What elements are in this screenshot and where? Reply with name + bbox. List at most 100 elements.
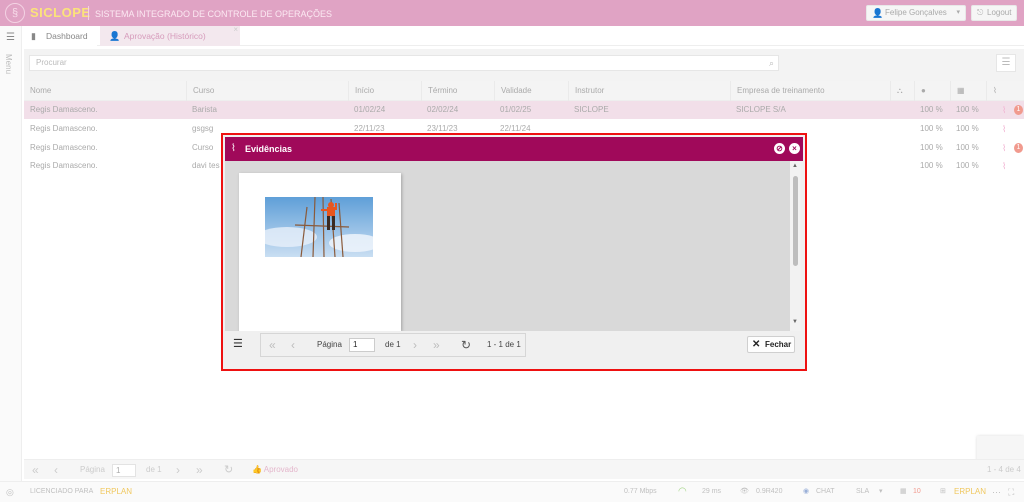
chat-label[interactable]: CHAT bbox=[816, 482, 835, 502]
side-menu[interactable]: ☰ Menu bbox=[0, 26, 22, 481]
cell-validade: 01/02/25 bbox=[500, 105, 532, 114]
cell-curso: davi tes bbox=[192, 161, 220, 170]
search-icon[interactable]: ⌕ bbox=[769, 56, 774, 70]
sla-label[interactable]: SLA bbox=[856, 482, 869, 502]
latency-gauge-icon: ◠ bbox=[678, 486, 687, 497]
brand-name: SICLOPE bbox=[30, 5, 91, 20]
last-page-icon[interactable]: » bbox=[433, 334, 440, 356]
column-header-termino[interactable]: Término bbox=[421, 81, 494, 101]
column-header-curso[interactable]: Curso bbox=[186, 81, 348, 101]
network-speed: 0.77 Mbps bbox=[624, 488, 657, 495]
first-page-icon[interactable]: « bbox=[269, 334, 276, 356]
cell-curso: Barista bbox=[192, 105, 217, 114]
grid-icon[interactable]: ⊞ bbox=[940, 482, 946, 502]
notification-count[interactable]: 10 bbox=[913, 482, 921, 502]
ellipsis-icon[interactable]: ⋯ bbox=[992, 482, 1001, 502]
prev-page-icon[interactable]: ‹ bbox=[291, 334, 295, 356]
tab-aprovacao-historico[interactable]: 👤 Aprovação (Histórico) × bbox=[100, 25, 240, 46]
approve-button[interactable]: 👍 Aprovado bbox=[252, 463, 298, 477]
column-header-calendar-icon[interactable]: ▦ bbox=[950, 81, 986, 101]
status-bar: ◎ LICENCIADO PARA ERPLAN 0.77 Mbps ◠ 29 … bbox=[0, 481, 1024, 502]
calculator-icon[interactable]: ▦ bbox=[900, 482, 907, 502]
paperclip-icon: ⌇ bbox=[231, 143, 236, 154]
close-tab-icon[interactable]: × bbox=[233, 20, 238, 40]
chat-icon[interactable]: ◉ bbox=[803, 482, 809, 502]
column-header-instrutor[interactable]: Instrutor bbox=[568, 81, 730, 101]
document-page bbox=[239, 173, 401, 331]
cell-termino: 02/02/24 bbox=[427, 105, 459, 114]
page-number-input[interactable]: 1 bbox=[349, 338, 375, 352]
next-page-icon[interactable]: › bbox=[413, 334, 417, 356]
search-input[interactable]: Procurar ⌕ bbox=[29, 55, 779, 71]
user-menu-button[interactable]: 👤 Felipe Gonçalves ▾ bbox=[866, 5, 966, 21]
search-placeholder: Procurar bbox=[36, 58, 67, 67]
list-view-button[interactable]: ☰ bbox=[996, 54, 1016, 72]
next-page-icon[interactable]: › bbox=[176, 460, 180, 480]
fullscreen-icon[interactable]: ⛶ bbox=[1008, 482, 1014, 502]
column-header-hierarchy-icon[interactable]: ⛬ bbox=[890, 81, 914, 101]
last-page-icon[interactable]: » bbox=[196, 460, 203, 480]
scroll-down-icon[interactable]: ▼ bbox=[792, 319, 798, 325]
user-icon: 👤 bbox=[872, 8, 884, 18]
prev-page-icon[interactable]: ‹ bbox=[54, 460, 58, 480]
page-of-label: de 1 bbox=[385, 340, 401, 349]
paperclip-icon[interactable]: ⌇ bbox=[996, 101, 1006, 119]
power-icon: ◎ bbox=[6, 487, 14, 497]
page-of-label: de 1 bbox=[146, 465, 162, 474]
page-label: Página bbox=[80, 465, 105, 474]
column-header-nome[interactable]: Nome bbox=[24, 81, 186, 101]
paperclip-icon[interactable]: ⌇ bbox=[996, 157, 1006, 175]
search-bar: Procurar ⌕ ☰ bbox=[24, 49, 1024, 81]
table-header: Nome Curso Início Término Validade Instr… bbox=[24, 81, 1024, 101]
cell-percent-2: 100 % bbox=[956, 161, 979, 170]
sla-caret-icon[interactable]: ▾ bbox=[879, 482, 883, 502]
page-number-input[interactable]: 1 bbox=[112, 464, 136, 477]
refresh-icon[interactable]: ↻ bbox=[461, 334, 471, 356]
erplan-logo: ERPLAN bbox=[100, 487, 133, 496]
close-icon[interactable]: × bbox=[789, 143, 800, 154]
fechar-label: Fechar bbox=[765, 340, 792, 349]
eye-icon: 👁 bbox=[740, 488, 749, 495]
tab-dashboard[interactable]: ▮ Dashboard bbox=[22, 26, 97, 46]
evidencias-dialog: ⌇ Evidências ⊘ × ▲ ▼ ☰ « ‹ Página 1 de 1… bbox=[221, 133, 807, 371]
user-name: Felipe Gonçalves bbox=[885, 8, 947, 17]
thumbs-up-icon: 👍 bbox=[252, 465, 262, 474]
attachment-count-badge: 1 bbox=[1014, 143, 1023, 153]
cell-curso: Curso bbox=[192, 143, 214, 152]
column-header-empresa[interactable]: Empresa de treinamento bbox=[730, 81, 890, 101]
record-range: 1 - 4 de 4 bbox=[987, 465, 1021, 474]
cell-percent-1: 100 % bbox=[920, 161, 943, 170]
logout-icon: ⎋ bbox=[977, 8, 984, 17]
paperclip-icon[interactable]: ⌇ bbox=[996, 120, 1006, 138]
scroll-thumb[interactable] bbox=[793, 176, 798, 266]
column-header-inicio[interactable]: Início bbox=[348, 81, 421, 101]
document-viewer: ▲ ▼ bbox=[225, 161, 801, 331]
tab-label: Aprovação (Histórico) bbox=[124, 31, 206, 41]
cell-nome: Regis Damasceno. bbox=[30, 161, 98, 170]
first-page-icon[interactable]: « bbox=[32, 460, 39, 480]
column-header-person-icon[interactable]: ● bbox=[914, 81, 950, 101]
licensed-label: LICENCIADO PARA bbox=[30, 488, 94, 495]
table-row[interactable]: Regis Damasceno. Barista 01/02/24 02/02/… bbox=[24, 101, 1024, 119]
brand-separator bbox=[88, 6, 89, 20]
menu-icon[interactable]: ☰ bbox=[233, 337, 243, 350]
dialog-title: Evidências bbox=[245, 144, 293, 154]
tab-bar: ▮ Dashboard 👤 Aprovação (Histórico) × bbox=[22, 25, 1024, 46]
minimize-icon[interactable]: ⊘ bbox=[774, 143, 785, 154]
vertical-scrollbar[interactable]: ▲ ▼ bbox=[790, 161, 801, 331]
erplan-logo-right: ERPLAN bbox=[954, 487, 987, 496]
attachment-count-badge: 1 bbox=[1014, 105, 1023, 115]
page-label: Página bbox=[317, 340, 342, 349]
hamburger-icon[interactable]: ☰ bbox=[6, 32, 15, 43]
refresh-icon[interactable]: ↻ bbox=[224, 460, 233, 480]
logout-button[interactable]: ⎋ Logout bbox=[971, 5, 1017, 21]
logo-icon: § bbox=[5, 3, 25, 23]
logout-label: Logout bbox=[987, 8, 1012, 17]
column-header-validade[interactable]: Validade bbox=[494, 81, 568, 101]
top-bar: § SICLOPE SISTEMA INTEGRADO DE CONTROLE … bbox=[0, 0, 1024, 26]
tab-label: Dashboard bbox=[46, 31, 88, 41]
column-header-clip-icon[interactable]: ⌇ bbox=[986, 81, 1024, 101]
paperclip-icon[interactable]: ⌇ bbox=[996, 139, 1006, 157]
fechar-button[interactable]: ✕ Fechar bbox=[747, 336, 795, 353]
scroll-up-icon[interactable]: ▲ bbox=[792, 163, 798, 169]
